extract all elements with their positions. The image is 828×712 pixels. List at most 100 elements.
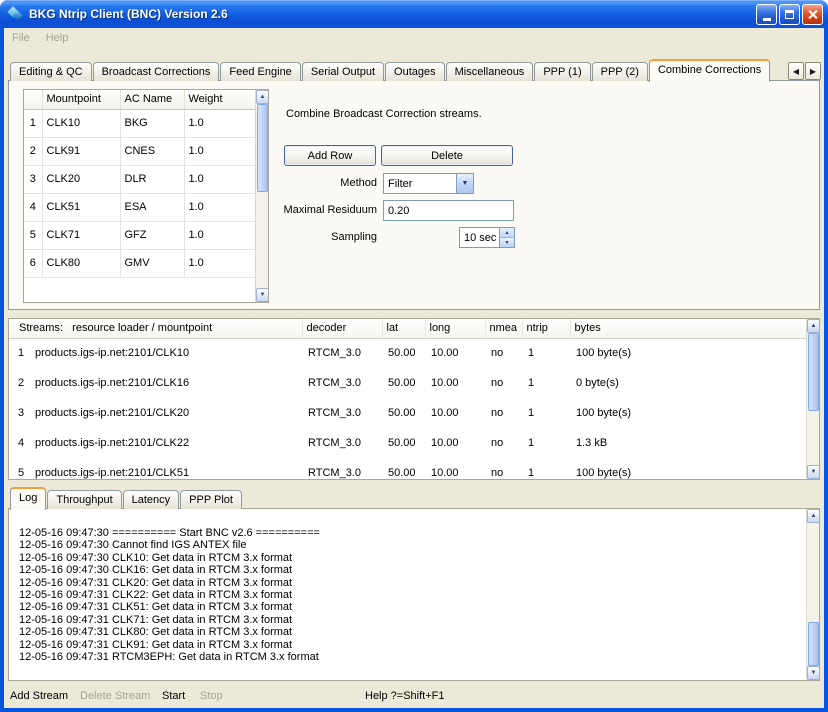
tab-log[interactable]: Log [10, 487, 46, 510]
cell-bytes[interactable]: 0 byte(s) [570, 368, 806, 398]
cell-mountpoint[interactable]: CLK10 [42, 109, 120, 137]
tab-throughput[interactable]: Throughput [47, 490, 121, 509]
cell-ac-name[interactable]: ESA [120, 193, 184, 221]
menu-file[interactable]: File [4, 32, 38, 44]
combine-table-row[interactable]: 6 CLK80 GMV 1.0 [24, 249, 255, 277]
cell-ac-name[interactable]: GFZ [120, 221, 184, 249]
combine-table-row[interactable]: 3 CLK20 DLR 1.0 [24, 165, 255, 193]
cell-long[interactable]: 10.00 [425, 338, 485, 368]
cell-long[interactable]: 10.00 [425, 368, 485, 398]
stream-row[interactable]: 3 products.igs-ip.net:2101/CLK20 RTCM_3.… [9, 398, 806, 428]
tab-ppp-1[interactable]: PPP (1) [534, 62, 590, 81]
chevron-down-icon[interactable]: ▼ [456, 174, 473, 193]
cell-ac-name[interactable]: DLR [120, 165, 184, 193]
cell-mountpoint[interactable]: products.igs-ip.net:2101/CLK22 [33, 428, 302, 458]
cell-nmea[interactable]: no [485, 428, 522, 458]
cell-mountpoint[interactable]: products.igs-ip.net:2101/CLK16 [33, 368, 302, 398]
cell-weight[interactable]: 1.0 [184, 165, 255, 193]
tab-miscellaneous[interactable]: Miscellaneous [446, 62, 534, 81]
col-header-long[interactable]: long [425, 319, 485, 338]
cell-mountpoint[interactable]: products.igs-ip.net:2101/CLK51 [33, 458, 302, 480]
cell-ac-name[interactable]: CNES [120, 137, 184, 165]
stream-row[interactable]: 1 products.igs-ip.net:2101/CLK10 RTCM_3.… [9, 338, 806, 368]
cell-mountpoint[interactable]: CLK80 [42, 249, 120, 277]
col-header-bytes[interactable]: bytes [570, 319, 806, 338]
cell-nmea[interactable]: no [485, 458, 522, 480]
tab-combine-corrections[interactable]: Combine Corrections [649, 59, 770, 82]
cell-lat[interactable]: 50.00 [382, 398, 425, 428]
cell-mountpoint[interactable]: CLK71 [42, 221, 120, 249]
cell-long[interactable]: 10.00 [425, 428, 485, 458]
col-header-ntrip[interactable]: ntrip [522, 319, 570, 338]
cell-mountpoint[interactable]: CLK91 [42, 137, 120, 165]
cell-bytes[interactable]: 100 byte(s) [570, 458, 806, 480]
add-row-button[interactable]: Add Row [284, 145, 376, 166]
col-header-mountpoint[interactable]: Mountpoint [42, 90, 120, 109]
cell-decoder[interactable]: RTCM_3.0 [302, 368, 382, 398]
stream-row[interactable]: 4 products.igs-ip.net:2101/CLK22 RTCM_3.… [9, 428, 806, 458]
menu-help[interactable]: Help [38, 32, 77, 44]
tab-scroll-left-button[interactable]: ◀ [788, 62, 804, 80]
combine-table-row[interactable]: 4 CLK51 ESA 1.0 [24, 193, 255, 221]
col-header-decoder[interactable]: decoder [302, 319, 382, 338]
stream-row[interactable]: 2 products.igs-ip.net:2101/CLK16 RTCM_3.… [9, 368, 806, 398]
close-button[interactable] [802, 4, 823, 25]
scroll-up-icon[interactable]: ▲ [256, 90, 269, 104]
cell-nmea[interactable]: no [485, 338, 522, 368]
tab-ppp-plot[interactable]: PPP Plot [180, 490, 242, 509]
tab-latency[interactable]: Latency [123, 490, 180, 509]
cell-bytes[interactable]: 100 byte(s) [570, 398, 806, 428]
start-action[interactable]: Start [162, 690, 185, 702]
delete-button[interactable]: Delete [381, 145, 513, 166]
tab-serial-output[interactable]: Serial Output [302, 62, 384, 81]
scrollbar-thumb[interactable] [257, 104, 268, 192]
add-stream-action[interactable]: Add Stream [10, 690, 68, 702]
cell-mountpoint[interactable]: CLK20 [42, 165, 120, 193]
spin-down-icon[interactable]: ▼ [500, 237, 514, 247]
cell-decoder[interactable]: RTCM_3.0 [302, 458, 382, 480]
cell-long[interactable]: 10.00 [425, 398, 485, 428]
cell-lat[interactable]: 50.00 [382, 338, 425, 368]
combine-table-scrollbar[interactable]: ▲ ▼ [255, 90, 268, 302]
tab-editing-qc[interactable]: Editing & QC [10, 62, 92, 81]
scroll-down-icon[interactable]: ▼ [807, 666, 820, 680]
cell-ntrip[interactable]: 1 [522, 428, 570, 458]
maximal-residuum-input[interactable]: 0.20 [383, 200, 514, 221]
combine-table-row[interactable]: 1 CLK10 BKG 1.0 [24, 109, 255, 137]
cell-ac-name[interactable]: GMV [120, 249, 184, 277]
scroll-down-icon[interactable]: ▼ [256, 288, 269, 302]
streams-scrollbar[interactable]: ▲ ▼ [806, 319, 819, 479]
minimize-button[interactable] [756, 4, 777, 25]
cell-ntrip[interactable]: 1 [522, 458, 570, 480]
cell-ntrip[interactable]: 1 [522, 338, 570, 368]
tab-ppp-2[interactable]: PPP (2) [592, 62, 648, 81]
maximize-button[interactable] [779, 4, 800, 25]
cell-decoder[interactable]: RTCM_3.0 [302, 428, 382, 458]
col-header-lat[interactable]: lat [382, 319, 425, 338]
sampling-spinner[interactable]: 10 sec ▲ ▼ [459, 227, 515, 248]
cell-ntrip[interactable]: 1 [522, 398, 570, 428]
cell-weight[interactable]: 1.0 [184, 249, 255, 277]
scroll-down-icon[interactable]: ▼ [807, 465, 820, 479]
cell-bytes[interactable]: 100 byte(s) [570, 338, 806, 368]
cell-long[interactable]: 10.00 [425, 458, 485, 480]
tab-outages[interactable]: Outages [385, 62, 445, 81]
cell-mountpoint[interactable]: CLK51 [42, 193, 120, 221]
col-header-nmea[interactable]: nmea [485, 319, 522, 338]
col-header-weight[interactable]: Weight [184, 90, 255, 109]
combine-table-row[interactable]: 5 CLK71 GFZ 1.0 [24, 221, 255, 249]
cell-bytes[interactable]: 1.3 kB [570, 428, 806, 458]
cell-nmea[interactable]: no [485, 398, 522, 428]
stream-row[interactable]: 5 products.igs-ip.net:2101/CLK51 RTCM_3.… [9, 458, 806, 480]
cell-ac-name[interactable]: BKG [120, 109, 184, 137]
tab-feed-engine[interactable]: Feed Engine [220, 62, 300, 81]
col-header-streams[interactable]: Streams: resource loader / mountpoint [9, 319, 302, 338]
title-bar[interactable]: BKG Ntrip Client (BNC) Version 2.6 [0, 0, 828, 28]
scrollbar-thumb[interactable] [808, 333, 819, 411]
cell-mountpoint[interactable]: products.igs-ip.net:2101/CLK20 [33, 398, 302, 428]
cell-nmea[interactable]: no [485, 368, 522, 398]
scrollbar-thumb[interactable] [808, 622, 819, 666]
cell-weight[interactable]: 1.0 [184, 109, 255, 137]
stop-action[interactable]: Stop [200, 690, 223, 702]
spin-up-icon[interactable]: ▲ [500, 228, 514, 237]
